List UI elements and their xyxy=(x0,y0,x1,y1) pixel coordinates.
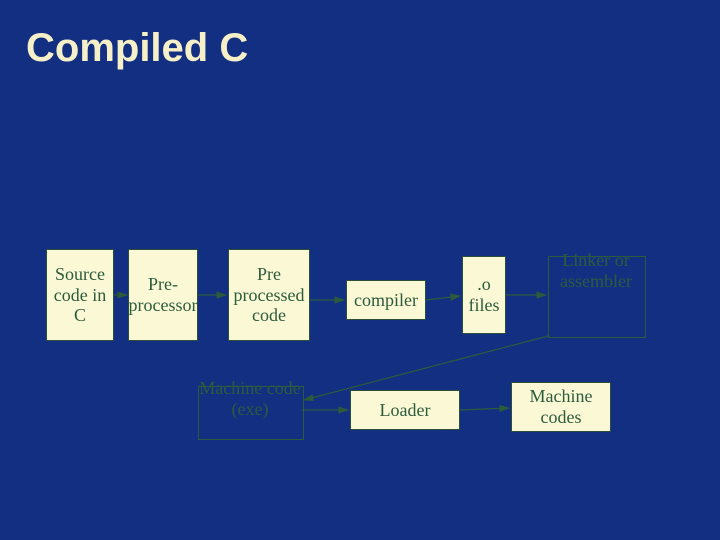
node-label: Pre-processor xyxy=(129,274,198,315)
node-linker: Linker or assembler xyxy=(548,250,644,291)
node-preprocessed-code: Pre processed code xyxy=(228,249,310,341)
node-compiler: compiler xyxy=(346,280,426,320)
node-machine-codes: Machine codes xyxy=(511,382,611,432)
node-label: compiler xyxy=(354,290,418,311)
page-title: Compiled C xyxy=(26,26,248,71)
node-preprocessor: Pre-processor xyxy=(128,249,198,341)
node-label: Source code in C xyxy=(49,264,111,326)
node-source-code: Source code in C xyxy=(46,249,114,341)
node-label: Pre processed code xyxy=(231,264,307,326)
node-label: Machine codes xyxy=(514,386,608,427)
node-loader: Loader xyxy=(350,390,460,430)
node-label: Loader xyxy=(380,400,431,421)
node-label: Linker or assembler xyxy=(560,250,632,291)
node-machine-exe: Machine code (exe) xyxy=(198,378,302,419)
node-o-files: .o files xyxy=(462,256,506,334)
node-label: .o files xyxy=(465,274,503,315)
